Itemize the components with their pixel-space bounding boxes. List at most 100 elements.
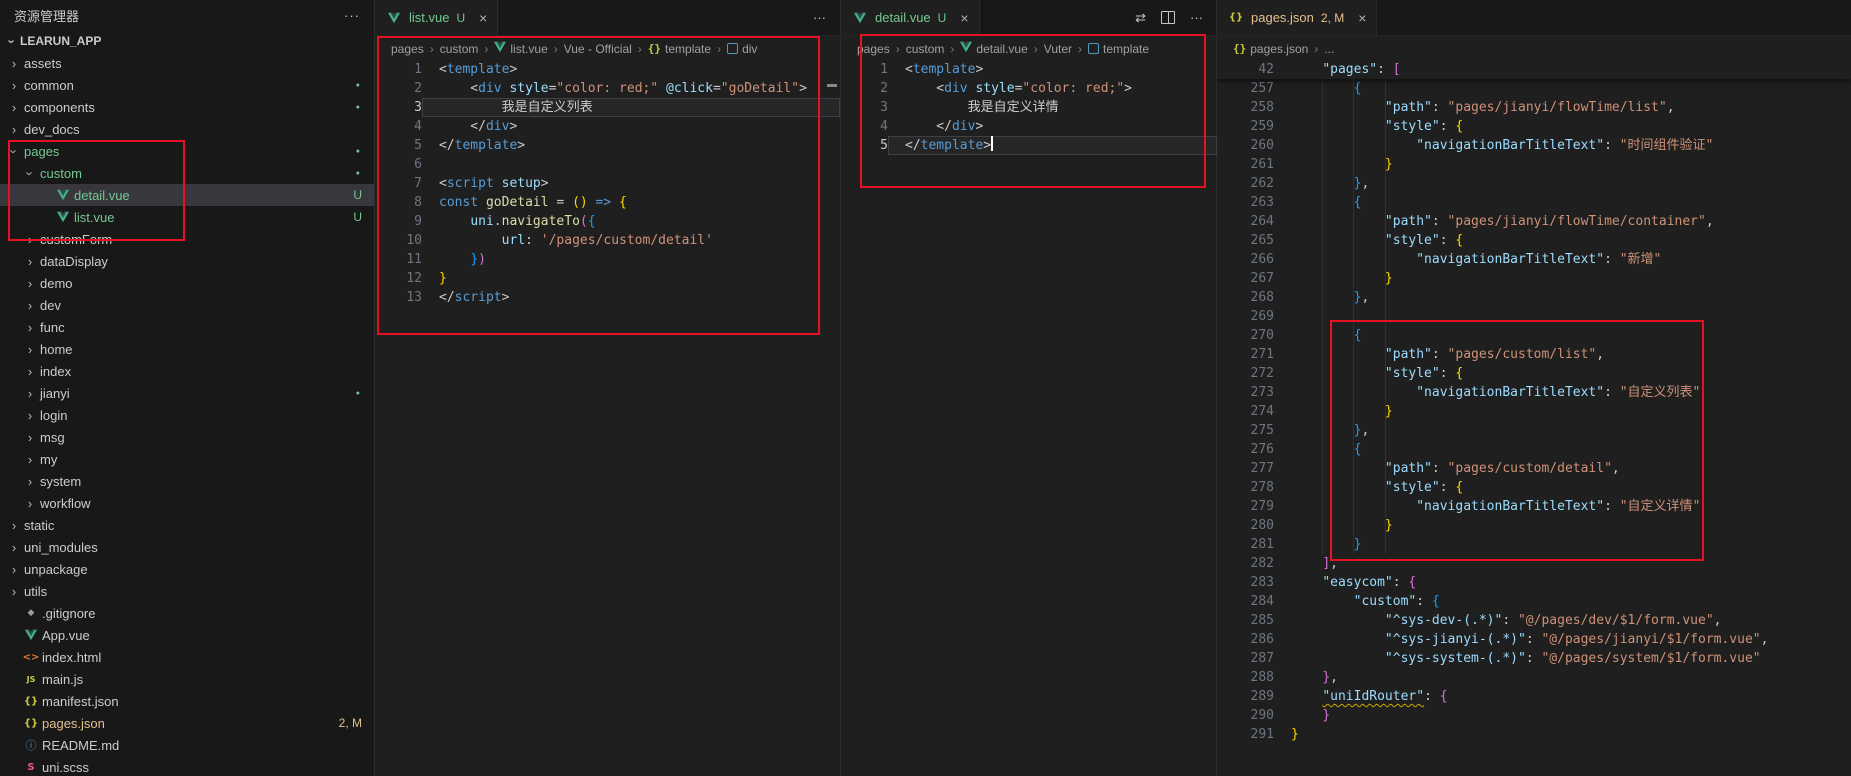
- code-line[interactable]: 272 "style": {: [1217, 364, 1851, 383]
- code-line[interactable]: 1<template>: [841, 60, 1217, 79]
- tree-item-custom[interactable]: ›custom●: [0, 162, 374, 184]
- tree-item-detail.vue[interactable]: detail.vueU: [0, 184, 374, 206]
- tab-pages.json[interactable]: {}pages.json2, M×: [1217, 0, 1377, 35]
- tree-item-home[interactable]: ›home: [0, 338, 374, 360]
- code-line[interactable]: 3 我是自定义详情: [841, 98, 1217, 117]
- code-line[interactable]: 290 }: [1217, 706, 1851, 725]
- code-line[interactable]: 269: [1217, 307, 1851, 326]
- code-line[interactable]: 13</script>: [375, 288, 840, 307]
- code-line[interactable]: 4 </div>: [841, 117, 1217, 136]
- tree-item-README.md[interactable]: ⓘREADME.md: [0, 734, 374, 756]
- breadcrumb-item[interactable]: {}template: [648, 42, 711, 56]
- tree-item-App.vue[interactable]: App.vue: [0, 624, 374, 646]
- more-actions-icon[interactable]: ···: [1190, 10, 1203, 25]
- code-line[interactable]: 12}: [375, 269, 840, 288]
- code-line[interactable]: 3 我是自定义列表: [375, 98, 840, 117]
- code-line[interactable]: 264 "path": "pages/jianyi/flowTime/conta…: [1217, 212, 1851, 231]
- close-icon[interactable]: ×: [479, 10, 487, 26]
- tree-item-uni.scss[interactable]: Suni.scss: [0, 756, 374, 776]
- tree-item-static[interactable]: ›static: [0, 514, 374, 536]
- code-line[interactable]: 2 <div style="color: red;" @click="goDet…: [375, 79, 840, 98]
- tree-item-jianyi[interactable]: ›jianyi●: [0, 382, 374, 404]
- code-line[interactable]: 257 {: [1217, 79, 1851, 98]
- breadcrumb-item[interactable]: div: [727, 42, 757, 56]
- tree-item-customForm[interactable]: ›customForm: [0, 228, 374, 250]
- tree-item-main.js[interactable]: JSmain.js: [0, 668, 374, 690]
- tree-item-index.html[interactable]: <>index.html: [0, 646, 374, 668]
- tree-item-utils[interactable]: ›utils: [0, 580, 374, 602]
- code-line[interactable]: 286 "^sys-jianyi-(.*)": "@/pages/jianyi/…: [1217, 630, 1851, 649]
- breadcrumb-item[interactable]: list.vue: [494, 41, 547, 56]
- breadcrumb-item[interactable]: template: [1088, 42, 1149, 56]
- more-actions-icon[interactable]: ···: [344, 8, 360, 23]
- code-line[interactable]: 273 "navigationBarTitleText": "自定义列表": [1217, 383, 1851, 402]
- tree-item-dev[interactable]: ›dev: [0, 294, 374, 316]
- tab-detail.vue[interactable]: detail.vueU×: [841, 0, 980, 35]
- code-line[interactable]: 277 "path": "pages/custom/detail",: [1217, 459, 1851, 478]
- tree-item-uni_modules[interactable]: ›uni_modules: [0, 536, 374, 558]
- breadcrumb-item[interactable]: detail.vue: [960, 41, 1027, 56]
- breadcrumb-item[interactable]: pages: [391, 42, 424, 56]
- tab-list.vue[interactable]: list.vueU×: [375, 0, 498, 35]
- split-editor-icon[interactable]: [1161, 11, 1175, 24]
- code-line[interactable]: 267 }: [1217, 269, 1851, 288]
- tree-item-system[interactable]: ›system: [0, 470, 374, 492]
- code-line[interactable]: 2 <div style="color: red;">: [841, 79, 1217, 98]
- code-line[interactable]: 280 }: [1217, 516, 1851, 535]
- code-line[interactable]: 11 }): [375, 250, 840, 269]
- code-line[interactable]: 284 "custom": {: [1217, 592, 1851, 611]
- sticky-scroll-line[interactable]: 42 "pages": [: [1217, 60, 1851, 79]
- tree-item-my[interactable]: ›my: [0, 448, 374, 470]
- code-line[interactable]: 262 },: [1217, 174, 1851, 193]
- code-line[interactable]: 1<template>: [375, 60, 840, 79]
- breadcrumb-item[interactable]: pages: [857, 42, 890, 56]
- tree-item-common[interactable]: ›common●: [0, 74, 374, 96]
- code-line[interactable]: 6: [375, 155, 840, 174]
- tree-item-components[interactable]: ›components●: [0, 96, 374, 118]
- code-line[interactable]: 10 url: '/pages/custom/detail': [375, 231, 840, 250]
- tree-item-msg[interactable]: ›msg: [0, 426, 374, 448]
- code-line[interactable]: 282 ],: [1217, 554, 1851, 573]
- tree-item-dev_docs[interactable]: ›dev_docs: [0, 118, 374, 140]
- tree-item-login[interactable]: ›login: [0, 404, 374, 426]
- breadcrumb-item[interactable]: Vue - Official: [564, 42, 632, 56]
- code-line[interactable]: 260 "navigationBarTitleText": "时间组件验证": [1217, 136, 1851, 155]
- breadcrumb-item[interactable]: {}pages.json: [1233, 42, 1308, 56]
- code-line[interactable]: 279 "navigationBarTitleText": "自定义详情": [1217, 497, 1851, 516]
- code-line[interactable]: 9 uni.navigateTo({: [375, 212, 840, 231]
- tree-item-index[interactable]: ›index: [0, 360, 374, 382]
- code-line[interactable]: 8const goDetail = () => {: [375, 193, 840, 212]
- tree-item-demo[interactable]: ›demo: [0, 272, 374, 294]
- code-line[interactable]: 285 "^sys-dev-(.*)": "@/pages/dev/$1/for…: [1217, 611, 1851, 630]
- code-line[interactable]: 274 }: [1217, 402, 1851, 421]
- tree-item-manifest.json[interactable]: {}manifest.json: [0, 690, 374, 712]
- code-line[interactable]: 5</template>: [841, 136, 1217, 155]
- code-line[interactable]: 287 "^sys-system-(.*)": "@/pages/system/…: [1217, 649, 1851, 668]
- code-line[interactable]: 288 },: [1217, 668, 1851, 687]
- code-line[interactable]: 275 },: [1217, 421, 1851, 440]
- code-line[interactable]: 7<script setup>: [375, 174, 840, 193]
- code-line[interactable]: 278 "style": {: [1217, 478, 1851, 497]
- code-line[interactable]: 261 }: [1217, 155, 1851, 174]
- tree-root[interactable]: › LEARUN_APP: [0, 30, 374, 52]
- breadcrumb-item[interactable]: ...: [1324, 42, 1334, 56]
- code-line[interactable]: 266 "navigationBarTitleText": "新增": [1217, 250, 1851, 269]
- tree-item-assets[interactable]: ›assets: [0, 52, 374, 74]
- open-changes-icon[interactable]: ⇄: [1135, 10, 1146, 26]
- breadcrumb-item[interactable]: custom: [906, 42, 945, 56]
- tree-item-workflow[interactable]: ›workflow: [0, 492, 374, 514]
- code-line[interactable]: 289 "uniIdRouter": {: [1217, 687, 1851, 706]
- code-line[interactable]: 281 }: [1217, 535, 1851, 554]
- close-icon[interactable]: ×: [1358, 10, 1366, 26]
- code-line[interactable]: 271 "path": "pages/custom/list",: [1217, 345, 1851, 364]
- tree-item-unpackage[interactable]: ›unpackage: [0, 558, 374, 580]
- breadcrumb-item[interactable]: custom: [440, 42, 479, 56]
- code-line[interactable]: 263 {: [1217, 193, 1851, 212]
- code-line[interactable]: 4 </div>: [375, 117, 840, 136]
- code-line[interactable]: 258 "path": "pages/jianyi/flowTime/list"…: [1217, 98, 1851, 117]
- code-line[interactable]: 268 },: [1217, 288, 1851, 307]
- close-icon[interactable]: ×: [960, 10, 968, 26]
- more-actions-icon[interactable]: ···: [813, 10, 826, 25]
- breadcrumb-item[interactable]: Vuter: [1044, 42, 1072, 56]
- tree-item-pages[interactable]: ›pages●: [0, 140, 374, 162]
